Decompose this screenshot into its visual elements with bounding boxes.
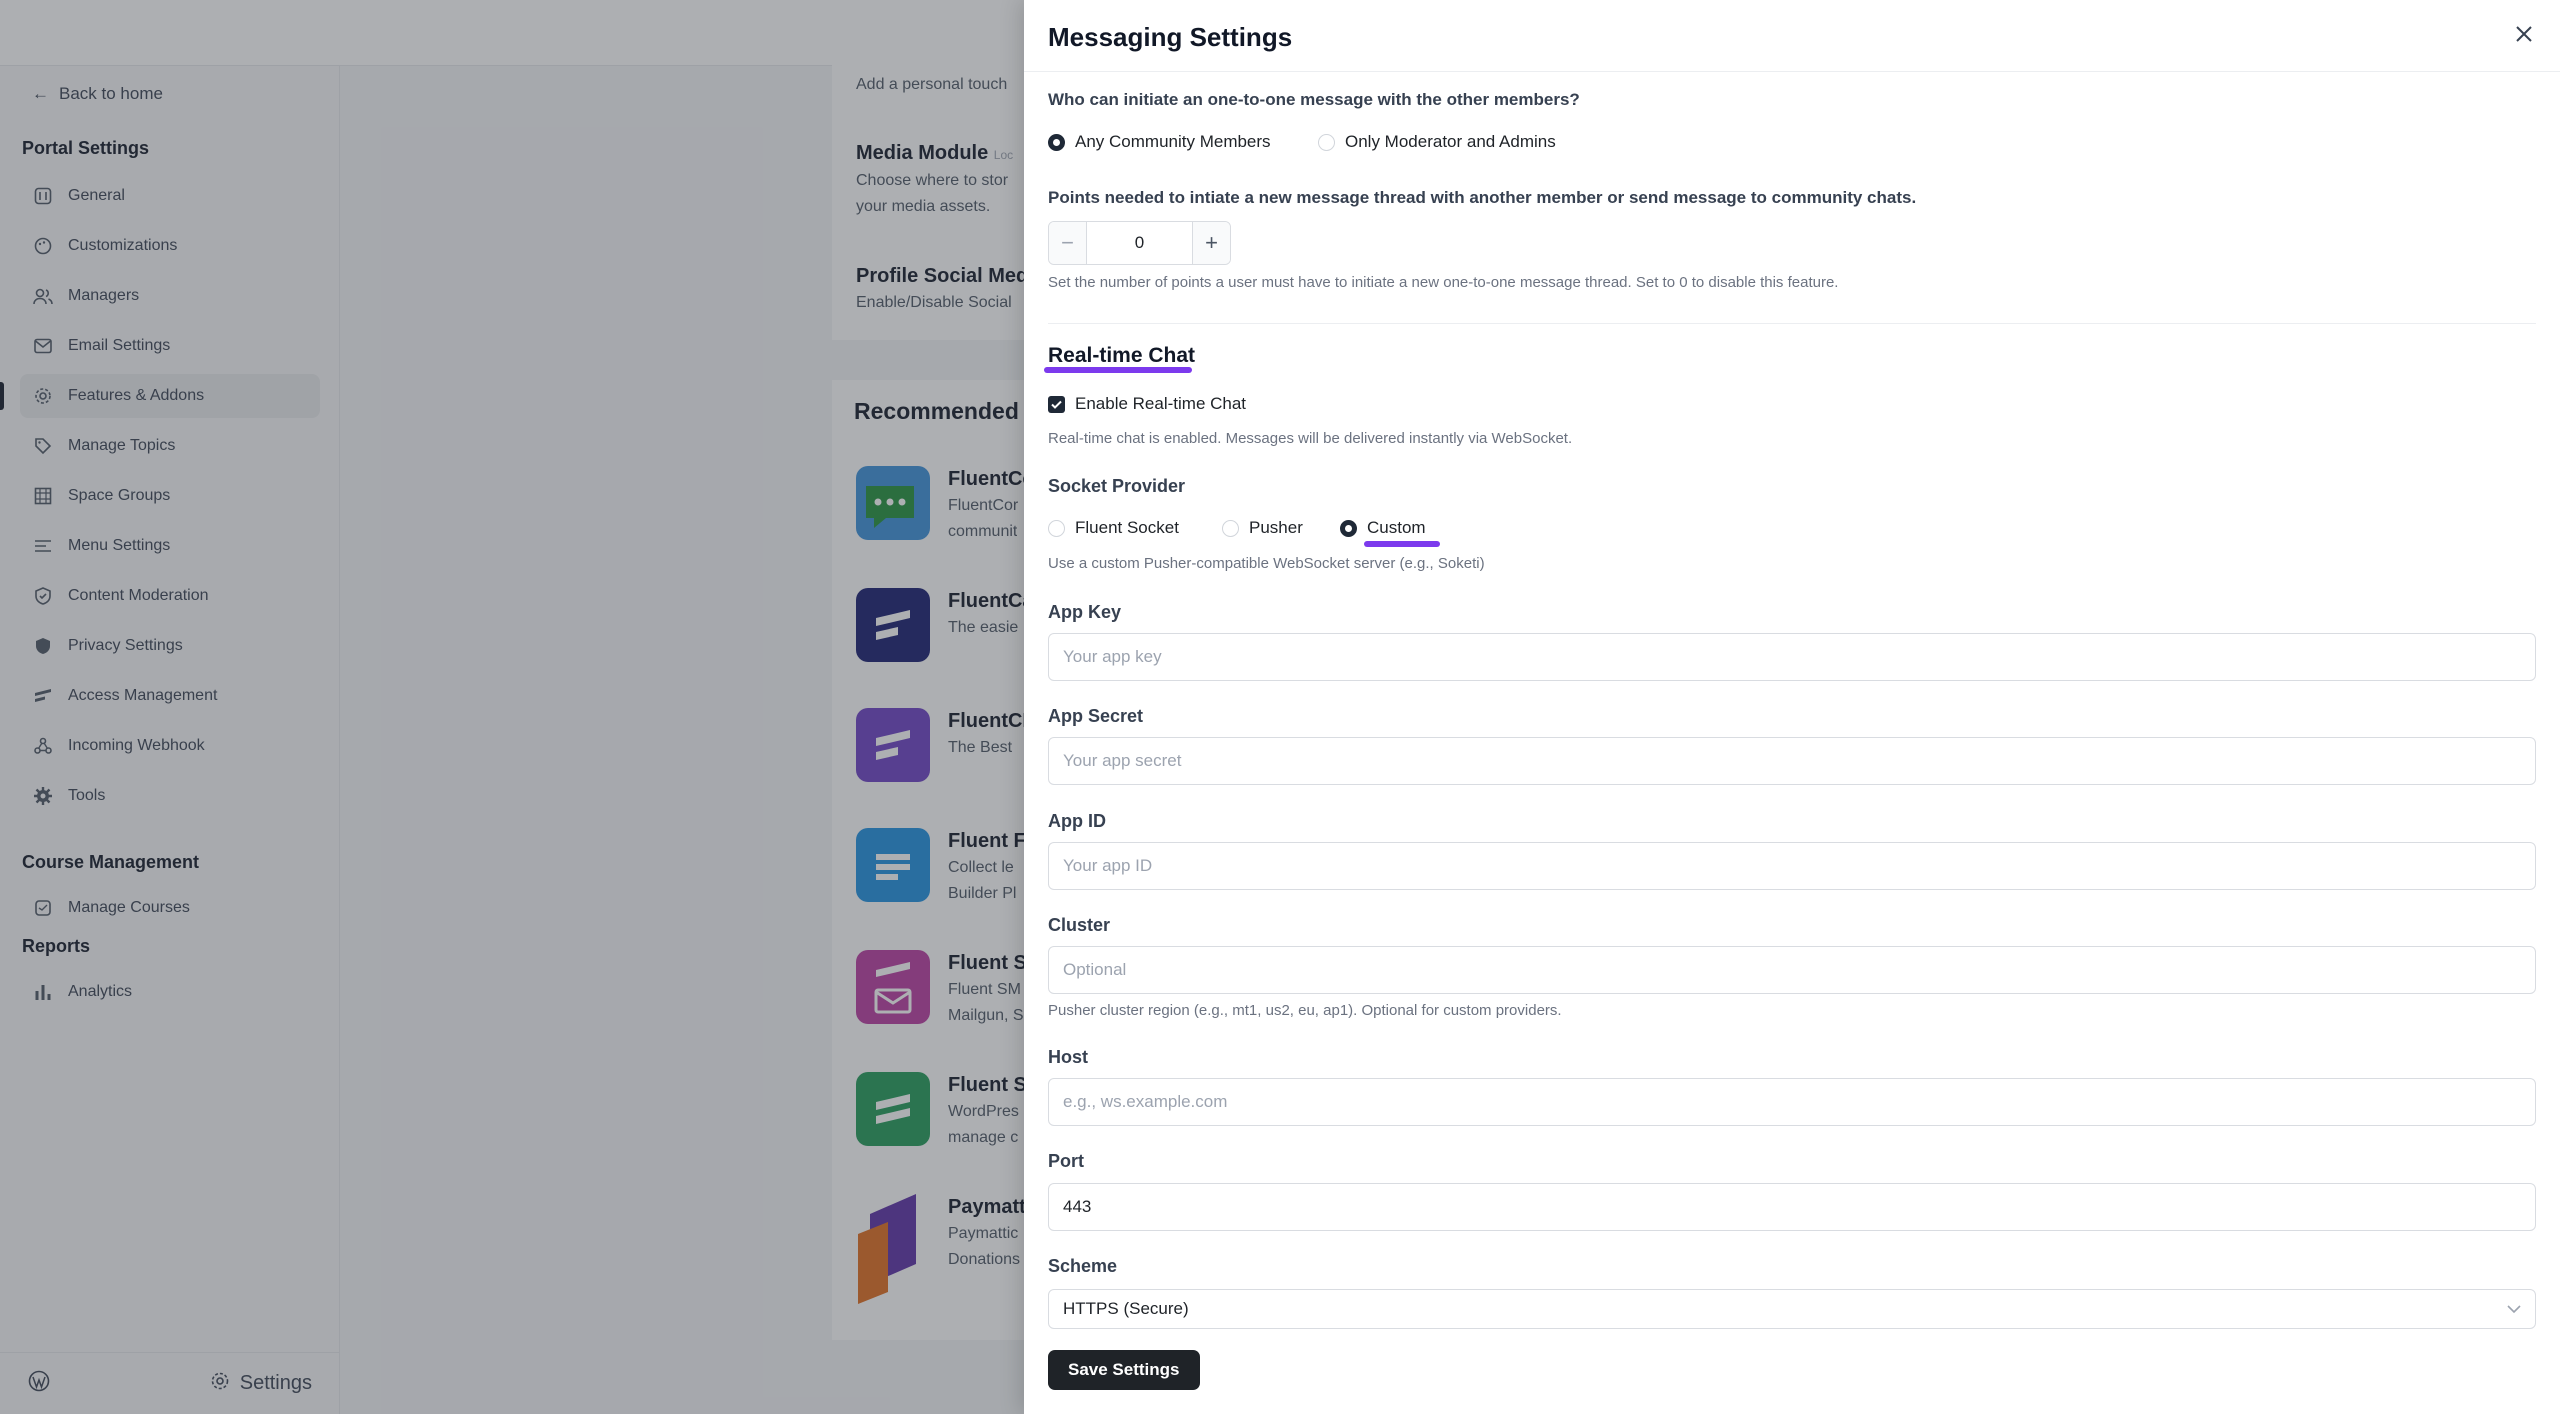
drawer-header: Messaging Settings [1024, 0, 2560, 72]
enable-realtime-checkbox[interactable]: Enable Real-time Chat [1048, 394, 1246, 414]
radio-pusher[interactable]: Pusher [1222, 518, 1303, 538]
radio-moderator-admins[interactable]: Only Moderator and Admins [1318, 132, 1556, 152]
realtime-chat-title: Real-time Chat [1048, 344, 1196, 367]
close-button[interactable] [2510, 22, 2538, 50]
app-key-input[interactable] [1048, 633, 2536, 681]
port-label: Port [1048, 1151, 1084, 1171]
app-key-label: App Key [1048, 602, 1122, 622]
radio-indicator [1048, 133, 1065, 151]
cluster-label: Cluster [1048, 915, 1111, 935]
radio-fluent-socket[interactable]: Fluent Socket [1048, 518, 1179, 538]
socket-help: Use a custom Pusher-compatible WebSocket… [1048, 555, 1485, 572]
messaging-settings-drawer: Messaging Settings Who can initiate an o… [1024, 0, 2560, 1414]
radio-indicator [1222, 519, 1239, 537]
socket-provider-label: Socket Provider [1048, 476, 1186, 496]
checkbox-checked-icon [1048, 395, 1065, 413]
divider [1048, 323, 2536, 324]
realtime-help: Real-time chat is enabled. Messages will… [1048, 430, 1573, 447]
cluster-help: Pusher cluster region (e.g., mt1, us2, e… [1048, 1002, 1562, 1019]
cluster-input[interactable] [1048, 946, 2536, 994]
radio-indicator [1340, 519, 1357, 537]
port-input[interactable] [1048, 1183, 2536, 1231]
app-secret-label: App Secret [1048, 706, 1144, 726]
save-settings-button[interactable]: Save Settings [1048, 1350, 1200, 1390]
drawer-title: Messaging Settings [1048, 22, 1293, 52]
points-stepper: − 0 + [1048, 221, 1231, 265]
radio-indicator [1048, 519, 1065, 537]
scheme-label: Scheme [1048, 1256, 1118, 1276]
radio-custom[interactable]: Custom [1340, 518, 1426, 538]
custom-underline [1364, 541, 1440, 547]
points-help: Set the number of points a user must hav… [1048, 274, 1839, 291]
host-label: Host [1048, 1047, 1088, 1067]
close-icon [2515, 25, 2533, 48]
points-label: Points needed to intiate a new message t… [1048, 188, 1917, 207]
radio-any-members[interactable]: Any Community Members [1048, 132, 1271, 152]
points-input[interactable]: 0 [1087, 222, 1192, 264]
app-id-input[interactable] [1048, 842, 2536, 890]
app-id-label: App ID [1048, 811, 1106, 831]
chevron-down-icon [2507, 1299, 2521, 1319]
host-input[interactable] [1048, 1078, 2536, 1126]
scheme-select[interactable]: HTTPS (Secure) [1048, 1289, 2536, 1329]
app-secret-input[interactable] [1048, 737, 2536, 785]
radio-indicator [1318, 133, 1335, 151]
decrement-button[interactable]: − [1049, 222, 1087, 264]
realtime-underline [1044, 367, 1192, 373]
initiate-question: Who can initiate an one-to-one message w… [1048, 90, 1580, 109]
increment-button[interactable]: + [1192, 222, 1230, 264]
